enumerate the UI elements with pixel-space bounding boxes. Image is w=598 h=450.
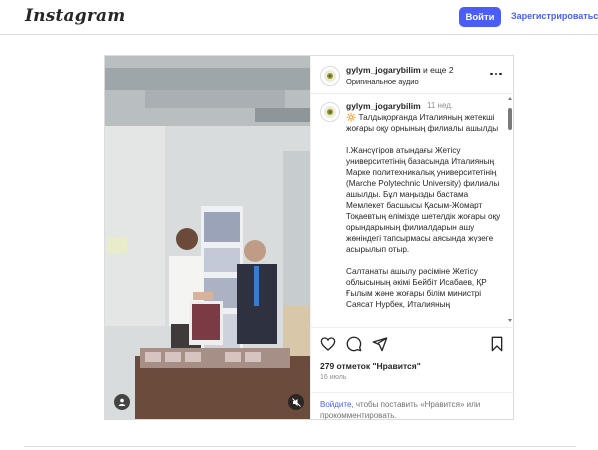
author-avatar[interactable] — [320, 66, 340, 86]
scroll-down-arrow[interactable] — [508, 319, 512, 322]
caption-paragraph: Салтанаты ашылу рәсіміне Жетісу облысыны… — [346, 267, 487, 309]
scroll-thumb[interactable] — [508, 108, 512, 130]
coauthors-label[interactable]: и еще 2 — [423, 65, 454, 75]
footer-divider — [24, 446, 576, 447]
login-prompt-link[interactable]: Войдите — [320, 400, 351, 409]
likes-count[interactable]: 279 отметок "Нравится" — [320, 361, 421, 371]
post-date[interactable]: 16 июль — [320, 374, 346, 381]
action-bar: 279 отметок "Нравится" 16 июль Войдите, … — [311, 327, 514, 420]
top-bar: Instagram Войти Зарегистрироваться — [0, 0, 598, 35]
post-header: gylym_jogarybilim и еще 2 Оригинальное а… — [311, 56, 514, 94]
comment-icon[interactable] — [346, 336, 362, 352]
caption-text: 🔆 Талдықорғанда Италияның жетекші жоғары… — [346, 112, 503, 321]
signup-link[interactable]: Зарегистрироваться — [511, 11, 598, 21]
caption-username[interactable]: gylym_jogarybilim — [346, 101, 421, 111]
login-button[interactable]: Войти — [459, 7, 501, 27]
caption-section: gylym_jogarybilim 11 нед. 🔆 Талдықорғанд… — [311, 95, 514, 325]
video-frame-illustration — [105, 56, 310, 419]
more-options-icon[interactable] — [490, 69, 502, 79]
caption-scrollbar[interactable] — [506, 95, 514, 325]
author-line: gylym_jogarybilim и еще 2 — [346, 65, 454, 75]
post-sidebar: gylym_jogarybilim и еще 2 Оригинальное а… — [310, 56, 514, 420]
post-video[interactable] — [105, 56, 310, 419]
heart-icon[interactable] — [320, 336, 336, 352]
mute-icon[interactable] — [288, 394, 304, 410]
user-tag-icon[interactable] — [114, 394, 130, 410]
bookmark-icon[interactable] — [489, 336, 505, 352]
post-card: gylym_jogarybilim и еще 2 Оригинальное а… — [104, 55, 514, 420]
instagram-logo[interactable]: Instagram — [25, 6, 125, 26]
caption-time[interactable]: 11 нед. — [427, 101, 453, 110]
caption-paragraph: 🔆 Талдықорғанда Италияның жетекші жоғары… — [346, 113, 499, 133]
author-username[interactable]: gylym_jogarybilim — [346, 65, 421, 75]
caption-avatar[interactable] — [320, 102, 340, 122]
audio-label[interactable]: Оригинальное аудио — [346, 77, 419, 86]
login-prompt: Войдите, чтобы поставить «Нравится» или … — [311, 392, 514, 420]
caption-paragraph: І.Жансүгіров атындағы Жетісу университет… — [346, 146, 501, 254]
scroll-up-arrow[interactable] — [508, 97, 512, 100]
share-icon[interactable] — [372, 336, 388, 352]
